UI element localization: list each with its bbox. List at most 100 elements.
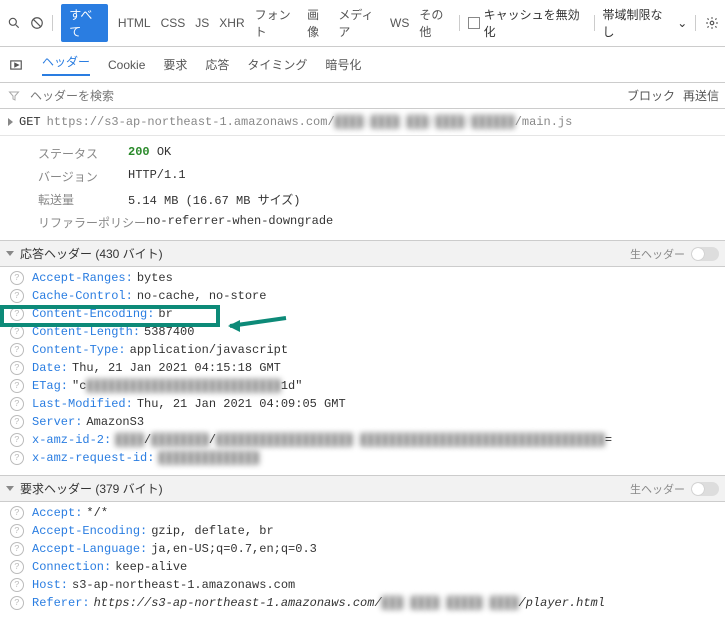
header-row: ? Connection: keep-alive [0,558,725,576]
raw-headers-label: 生ヘッダー [630,246,685,262]
header-row: ?ETag:"c███████████████████████████1d" [0,377,725,395]
filter-tab-xhr[interactable]: XHR [219,16,244,30]
filter-tab-css[interactable]: CSS [161,16,186,30]
help-icon[interactable]: ? [10,596,24,610]
filter-tab-ws[interactable]: WS [390,16,409,30]
header-row: ?Server:AmazonS3 [0,413,725,431]
filter-tab-other[interactable]: その他 [419,6,451,40]
help-icon[interactable]: ? [10,307,24,321]
tab-headers[interactable]: ヘッダー [42,53,90,76]
tab-response[interactable]: 応答 [205,56,229,73]
raw-toggle[interactable] [691,247,719,261]
header-name: Accept-Language: [32,542,147,556]
header-value: ██████████████ [158,451,259,465]
filter-tab-media[interactable]: メディア [338,6,380,40]
header-value: */* [86,506,108,520]
help-icon[interactable]: ? [10,433,24,447]
divider [459,15,460,31]
header-name: Content-Length: [32,325,140,339]
toggle-pane-icon[interactable] [8,57,24,73]
help-icon[interactable]: ? [10,361,24,375]
help-icon[interactable]: ? [10,415,24,429]
tab-security[interactable]: 暗号化 [325,56,361,73]
header-name: x-amz-id-2: [32,433,111,447]
header-search-bar: ブロック 再送信 [0,83,725,109]
transfer-label: 転送量 [38,191,128,208]
detail-tabs: ヘッダー Cookie 要求 応答 タイミング 暗号化 [0,47,725,83]
filter-tab-js[interactable]: JS [195,16,209,30]
header-value: keep-alive [115,560,187,574]
help-icon[interactable]: ? [10,524,24,538]
response-headers-section[interactable]: 応答ヘッダー (430 バイト) 生ヘッダー [0,240,725,267]
collapse-triangle-icon [6,486,14,491]
header-name: Referer: [32,596,90,610]
help-icon[interactable]: ? [10,289,24,303]
request-url: https://s3-ap-northeast-1.amazonaws.com/… [47,115,573,129]
header-row: ? Last-Modified: Thu, 21 Jan 2021 04:09:05… [0,395,725,413]
header-value: 5387400 [144,325,194,339]
request-method: GET [19,115,41,129]
transfer-value: 5.14 MB (16.67 MB サイズ) [128,191,300,208]
request-meta: ステータス200 OK バージョンHTTP/1.1 転送量5.14 MB (16… [0,136,725,240]
header-row: ?Accept:*/* [0,504,725,522]
header-value: br [158,307,172,321]
help-icon[interactable]: ? [10,560,24,574]
referrer-policy-label: リファラーポリシー [38,214,146,231]
divider [52,15,53,31]
referrer-policy-value: no-referrer-when-downgrade [146,214,333,231]
header-name: Connection: [32,560,111,574]
tab-request[interactable]: 要求 [163,56,187,73]
help-icon[interactable]: ? [10,325,24,339]
throttling-dropdown[interactable]: 帯域制限なし ⌄ [603,6,720,40]
funnel-icon[interactable] [6,88,22,104]
block-button[interactable]: ブロック [627,87,675,104]
help-icon[interactable]: ? [10,451,24,465]
version-label: バージョン [38,168,128,185]
header-value: https://s3-ap-northeast-1.amazonaws.com/… [94,596,605,610]
header-row: ?x-amz-request-id:██████████████ [0,449,725,467]
filter-tab-all[interactable]: すべて [61,4,108,42]
help-icon[interactable]: ? [10,506,24,520]
header-row: ? Referer: https://s3-ap-northeast-1.amazo… [0,594,725,612]
filter-tab-font[interactable]: フォント [255,6,297,40]
help-icon[interactable]: ? [10,343,24,357]
header-row: ?Date:Thu, 21 Jan 2021 04:15:18 GMT [0,359,725,377]
help-icon[interactable]: ? [10,397,24,411]
raw-headers-label: 生ヘッダー [630,481,685,497]
chevron-down-icon: ⌄ [677,16,687,30]
tab-cookie[interactable]: Cookie [108,58,145,72]
header-row: ?Content-Type:application/javascript [0,341,725,359]
header-search-input[interactable] [30,89,619,103]
divider [695,15,696,31]
header-value: ja,en-US;q=0.7,en;q=0.3 [151,542,317,556]
header-name: Accept-Encoding: [32,524,147,538]
header-row: ? Host: s3-ap-northeast-1.amazonaws.com [0,576,725,594]
header-value: Thu, 21 Jan 2021 04:09:05 GMT [137,397,346,411]
help-icon[interactable]: ? [10,271,24,285]
header-value: s3-ap-northeast-1.amazonaws.com [72,578,295,592]
filter-tab-html[interactable]: HTML [118,16,151,30]
header-name: Content-Encoding: [32,307,154,321]
header-name: Host: [32,578,68,592]
resend-button[interactable]: 再送信 [683,87,719,104]
status-value: 200 OK [128,145,171,162]
header-name: Server: [32,415,82,429]
help-icon[interactable]: ? [10,542,24,556]
block-icon[interactable] [29,15,44,31]
filter-tab-img[interactable]: 画像 [307,6,328,40]
header-name: Date: [32,361,68,375]
request-url-row[interactable]: GET https://s3-ap-northeast-1.amazonaws.… [0,109,725,136]
help-icon[interactable]: ? [10,379,24,393]
tab-timing[interactable]: タイミング [247,56,307,73]
header-name: Content-Type: [32,343,126,357]
help-icon[interactable]: ? [10,578,24,592]
header-name: Last-Modified: [32,397,133,411]
raw-toggle[interactable] [691,482,719,496]
settings-icon[interactable] [704,15,719,31]
filter-tabs: すべて HTML CSS JS XHR フォント 画像 メディア WS その他 [61,4,451,42]
search-icon[interactable] [6,15,21,31]
disable-cache-checkbox[interactable]: キャッシュを無効化 [468,6,585,40]
response-headers-label: 応答ヘッダー (430 バイト) [20,245,163,262]
request-headers-section[interactable]: 要求ヘッダー (379 バイト) 生ヘッダー [0,475,725,502]
header-row: ?Accept-Ranges:bytes [0,269,725,287]
